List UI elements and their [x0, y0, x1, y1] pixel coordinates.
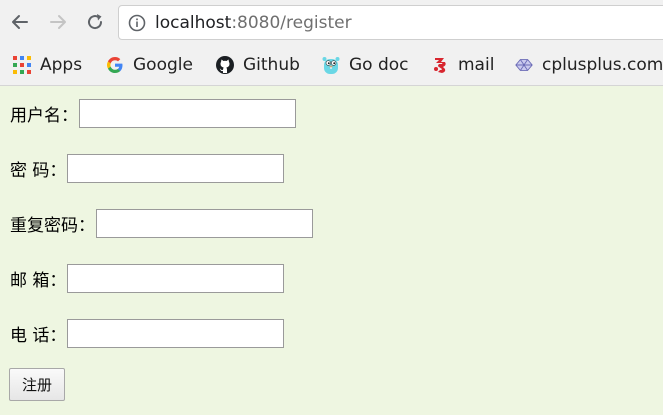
email-label: 邮 箱： — [10, 270, 67, 291]
gopher-icon — [321, 55, 341, 75]
back-arrow-icon — [12, 15, 28, 29]
bookmark-label: Google — [133, 55, 193, 75]
bookmark-mail[interactable]: mail — [430, 52, 494, 78]
email-input[interactable] — [67, 263, 285, 293]
bookmark-label: cplusplus.com — [542, 55, 663, 75]
url-path: :8080/register — [231, 13, 352, 33]
password-input[interactable] — [67, 153, 285, 183]
phone-label: 电 话： — [10, 325, 67, 346]
back-button[interactable] — [6, 8, 34, 36]
forward-arrow-icon — [50, 15, 66, 29]
confirm-password-row: 重复密码： — [10, 208, 313, 238]
google-icon — [105, 55, 125, 75]
password-label: 密 码： — [10, 160, 67, 181]
phone-row: 电 话： — [10, 318, 285, 348]
forward-button[interactable] — [44, 8, 72, 36]
url-text: localhost:8080/register — [155, 12, 352, 34]
url-host: localhost — [155, 13, 232, 33]
username-input[interactable] — [79, 98, 296, 128]
page-content: 用户名： 密 码： 重复密码： 邮 箱： 电 话： 注册 — [0, 86, 663, 415]
bookmark-apps[interactable]: Apps — [12, 52, 82, 78]
bookmark-label: mail — [458, 55, 495, 75]
reload-icon — [88, 14, 103, 30]
email-row: 邮 箱： — [10, 263, 285, 293]
confirm-password-label: 重复密码： — [10, 215, 95, 236]
info-icon[interactable] — [128, 14, 146, 32]
username-row: 用户名： — [10, 98, 296, 128]
reload-button[interactable] — [81, 8, 109, 36]
confirm-password-input[interactable] — [96, 208, 313, 238]
browser-toolbar: localhost:8080/register — [0, 0, 663, 46]
bookmark-cplusplus[interactable]: cplusplus.com — [514, 52, 663, 78]
mail-163-icon — [430, 55, 450, 75]
github-icon — [215, 55, 235, 75]
register-button[interactable]: 注册 — [9, 368, 65, 401]
password-row: 密 码： — [10, 153, 285, 183]
bookmark-label: Github — [243, 55, 300, 75]
bookmarks-bar: Apps Google Github Go doc mail cplusplus… — [0, 46, 663, 84]
bookmark-go-doc[interactable]: Go doc — [321, 52, 409, 78]
phone-input[interactable] — [67, 318, 285, 348]
address-bar[interactable]: localhost:8080/register — [118, 5, 663, 40]
cplusplus-icon — [514, 55, 534, 75]
bookmark-label: Go doc — [349, 55, 409, 75]
username-label: 用户名： — [10, 105, 78, 126]
apps-grid-icon — [12, 55, 32, 75]
bookmark-label: Apps — [40, 55, 83, 75]
bookmark-github[interactable]: Github — [215, 52, 300, 78]
bookmark-google[interactable]: Google — [105, 52, 193, 78]
browser-chrome: localhost:8080/register Apps Google Gith… — [0, 0, 663, 86]
